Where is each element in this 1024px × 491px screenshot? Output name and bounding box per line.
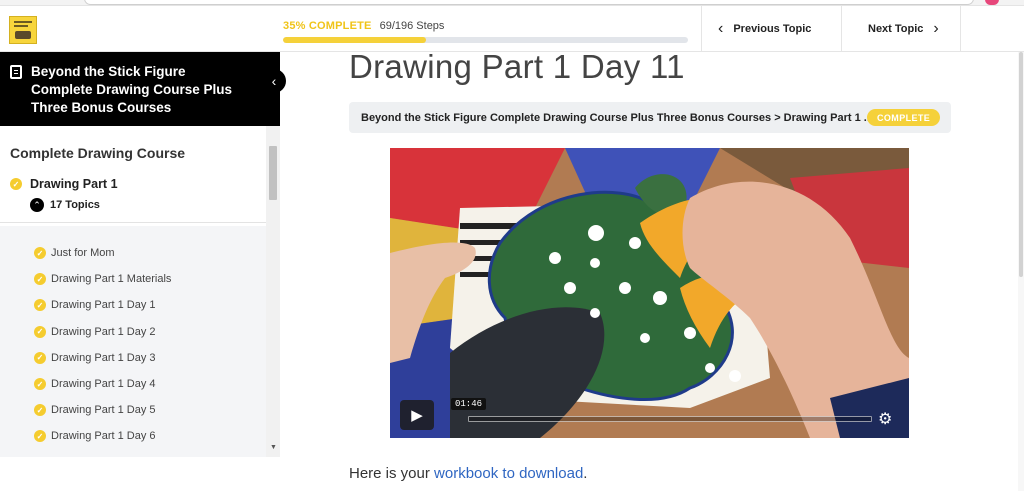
sidebar-scrollbar-thumb[interactable] <box>269 146 277 200</box>
topic-item[interactable]: ✓ Drawing Part 1 Day 2 <box>0 319 266 345</box>
scroll-down-icon[interactable]: ▼ <box>270 444 277 451</box>
lesson-title: Drawing Part 1 <box>30 177 118 191</box>
page-scrollbar-thumb[interactable] <box>1019 52 1023 277</box>
chevron-right-icon: › <box>933 20 939 37</box>
topic-list: ✓ Just for Mom ✓ Drawing Part 1 Materials … <box>0 240 266 450</box>
page-scrollbar[interactable] <box>1018 52 1024 491</box>
topics-count: 17 Topics <box>50 199 100 211</box>
workbook-prefix: Here is your <box>349 465 435 482</box>
lesson-item[interactable]: ✓ Drawing Part 1 <box>10 177 118 191</box>
chevron-up-icon: ⌃ <box>30 198 44 212</box>
topic-label: Drawing Part 1 Day 5 <box>51 404 156 417</box>
address-bar[interactable] <box>84 0 974 5</box>
topic-item[interactable]: ✓ Drawing Part 1 Day 5 <box>0 397 266 423</box>
topic-item[interactable]: ✓ Drawing Part 1 Day 3 <box>0 345 266 371</box>
topic-label: Drawing Part 1 Day 3 <box>51 351 156 364</box>
play-icon: ▶ <box>411 407 423 424</box>
next-topic-label: Next Topic <box>868 23 924 35</box>
check-circle-icon: ✓ <box>34 404 46 417</box>
divider <box>0 222 266 223</box>
workbook-download-link[interactable]: workbook to download <box>434 465 583 482</box>
gear-icon[interactable]: ⚙ <box>878 409 892 429</box>
check-circle-icon: ✓ <box>34 430 46 443</box>
check-circle-icon: ✓ <box>10 178 22 190</box>
section-heading[interactable]: Complete Drawing Course <box>10 145 185 161</box>
check-circle-icon: ✓ <box>34 247 46 260</box>
workbook-suffix: . <box>583 465 588 482</box>
page-title: Drawing Part 1 Day 11 <box>349 48 685 85</box>
check-circle-icon: ✓ <box>34 378 46 391</box>
topics-toggle[interactable]: ⌃ 17 Topics <box>30 198 100 212</box>
breadcrumb: Beyond the Stick Figure Complete Drawing… <box>349 102 951 133</box>
progress-bar-fill <box>283 37 426 43</box>
check-circle-icon: ✓ <box>34 273 46 286</box>
course-logo[interactable] <box>9 16 37 44</box>
logo-image <box>15 31 31 39</box>
course-header: 35% COMPLETE 69/196 Steps ‹ Previous Topi… <box>0 6 1024 52</box>
topic-label: Drawing Part 1 Day 6 <box>51 430 156 443</box>
progress-steps: 69/196 Steps <box>379 20 445 32</box>
progress-text: 35% COMPLETE 69/196 Steps <box>283 20 688 34</box>
collapse-sidebar-button[interactable]: ‹ <box>262 69 286 93</box>
profile-avatar[interactable] <box>985 0 999 5</box>
topic-item[interactable]: ✓ Drawing Part 1 Day 1 <box>0 292 266 318</box>
progress-bar <box>283 37 688 43</box>
topic-label: Drawing Part 1 Day 2 <box>51 325 156 338</box>
topic-label: Drawing Part 1 Day 1 <box>51 299 156 312</box>
check-circle-icon: ✓ <box>34 299 46 312</box>
topic-item[interactable]: ✓ Drawing Part 1 Materials <box>0 266 266 292</box>
next-topic-button[interactable]: Next Topic › <box>841 6 961 52</box>
topic-item[interactable]: ✓ Just for Mom <box>0 240 266 266</box>
logo-text-line <box>14 21 32 23</box>
topic-label: Drawing Part 1 Materials <box>51 273 172 286</box>
progress-percent: 35% COMPLETE <box>283 20 372 32</box>
video-frame <box>390 148 909 438</box>
previous-topic-button[interactable]: ‹ Previous Topic <box>701 6 841 52</box>
chevron-left-icon: ‹ <box>718 20 724 37</box>
logo-text-line <box>14 25 28 27</box>
sidebar-scrollbar[interactable]: ▼ <box>266 126 280 457</box>
topic-label: Just for Mom <box>51 247 115 260</box>
workbook-paragraph: Here is your workbook to download. <box>349 465 587 482</box>
course-section-panel: Complete Drawing Course ✓ Drawing Part 1… <box>0 126 266 226</box>
topic-item[interactable]: ✓ Drawing Part 1 Day 6 <box>0 423 266 449</box>
topic-item[interactable]: ✓ Drawing Part 1 Day 4 <box>0 371 266 397</box>
course-sidebar: Beyond the Stick Figure Complete Drawing… <box>0 52 280 457</box>
video-time-tooltip: 01:46 <box>451 398 487 410</box>
play-button[interactable]: ▶ <box>400 400 434 430</box>
previous-topic-label: Previous Topic <box>733 23 812 35</box>
check-circle-icon: ✓ <box>34 351 46 364</box>
course-title[interactable]: Beyond the Stick Figure Complete Drawing… <box>31 63 240 117</box>
video-player[interactable]: ▶ 01:46 ⚙ <box>390 148 909 438</box>
course-progress: 35% COMPLETE 69/196 Steps <box>283 20 688 43</box>
status-badge: COMPLETE <box>867 109 941 126</box>
chevron-left-icon: ‹ <box>271 73 277 89</box>
document-icon <box>10 65 22 79</box>
topic-label: Drawing Part 1 Day 4 <box>51 378 156 391</box>
breadcrumb-text[interactable]: Beyond the Stick Figure Complete Drawing… <box>361 112 873 124</box>
check-circle-icon: ✓ <box>34 325 46 338</box>
video-scrubber[interactable] <box>468 416 872 422</box>
sidebar-header: Beyond the Stick Figure Complete Drawing… <box>0 52 280 126</box>
